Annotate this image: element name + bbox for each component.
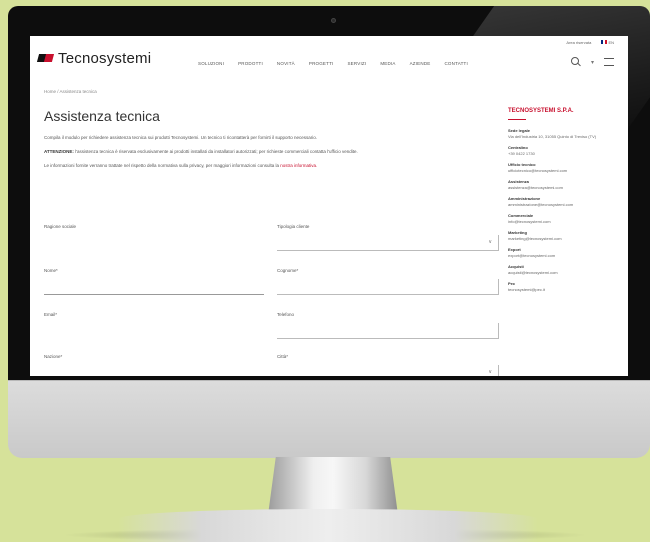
nome-field: Nome* [44,268,264,295]
browser-screen: Area riservata EN Tecnosystemi Soluzioni… [30,36,628,376]
sidebar-contact: Centralino +39 0422 1730 [508,145,535,156]
logo-mark-icon [36,51,55,67]
sidebar-contact: Commerciale info@tecnosystemi.com [508,213,551,224]
sidebar-contact: Export export@tecnosystemi.com [508,247,556,258]
nav-item-progetti[interactable]: Progetti [309,61,334,66]
email-input[interactable] [44,323,264,339]
uk-flag-icon [601,40,608,44]
nazione-field: Nazione* [44,354,264,376]
address-value: Via dell'Industria 10, 31055 Quinto di T… [508,133,597,139]
cognome-field: Cognome* [277,268,499,295]
email-field: Email* [44,312,264,339]
chevron-down-icon: ∨ [488,369,492,375]
sidebar-address: Sede legale Via dell'Industria 10, 31055… [508,128,616,139]
logo-text: Tecnosystemi [58,50,152,67]
telefono-input[interactable] [277,323,499,339]
main-content: Assistenza tecnica Compila il modulo per… [44,108,504,176]
nav-item-servizi[interactable]: Servizi [347,61,366,66]
monitor-chin [8,380,650,458]
sidebar-contact: Pec tecnosystemi@pec.it [508,281,545,292]
page-title: Assistenza tecnica [44,108,160,124]
tipologia-cliente-field: Tipologia cliente ∨ [277,224,499,251]
main-nav: Soluzioni Prodotti Novità Progetti Servi… [198,61,468,66]
nav-item-media[interactable]: Media [380,61,395,66]
nav-item-prodotti[interactable]: Prodotti [238,61,263,66]
ragione-sociale-label: Ragione sociale [44,224,77,229]
sidebar-contact: Marketing marketing@tecnosystemi.com [508,230,562,241]
sidebar-contact: Amministrazione amministrazione@tecnosyst… [508,196,574,207]
citta-select[interactable]: ∨ [277,365,499,376]
ragione-sociale-field: Ragione sociale [44,224,264,251]
language-switch[interactable]: EN [601,40,614,45]
sidebar-title: Tecnosystemi S.p.A. [508,108,574,114]
email-label: Email* [44,312,58,317]
nome-input[interactable] [44,279,264,295]
chevron-down-icon: ∨ [488,239,492,245]
intro-paragraph: Compila il modulo per richiedere assiste… [44,135,318,140]
warning-paragraph: ATTENZIONE: l'assistenza tecnica è riser… [44,148,504,155]
nav-item-aziende[interactable]: Aziende [410,61,431,66]
sidebar-contact: Assistenza assistenza@tecnosystemi.com [508,179,563,190]
ragione-sociale-input[interactable] [44,235,264,251]
sidebar-divider [508,119,526,120]
nazione-input[interactable] [44,365,264,376]
telefono-label: Telefono [277,312,295,317]
privacy-paragraph: Le informazioni fornite verranno trattat… [44,162,504,169]
telefono-field: Telefono [277,312,499,339]
cognome-input[interactable] [277,279,499,295]
menu-icon[interactable] [604,58,614,66]
breadcrumb[interactable]: Home / Assistenza tecnica [44,89,97,94]
search-icon[interactable] [570,57,581,67]
nav-item-novita[interactable]: Novità [277,61,295,66]
top-utility-bar: Area riservata EN [566,40,614,45]
warning-text: l'assistenza tecnica è riservata esclusi… [75,149,358,154]
nazione-label: Nazione* [44,354,63,359]
nav-item-contatti[interactable]: Contatti [444,61,467,66]
area-riservata-link[interactable]: Area riservata [566,40,591,45]
site-logo[interactable]: Tecnosystemi [36,50,152,67]
citta-label: Città* [277,354,289,359]
header-icons: ▾ [570,57,614,67]
nome-label: Nome* [44,268,58,273]
nav-item-soluzioni[interactable]: Soluzioni [198,61,224,66]
camera-icon [331,18,336,23]
site-header: Tecnosystemi Soluzioni Prodotti Novità P… [30,48,628,76]
chevron-down-icon[interactable]: ▾ [591,59,594,66]
sidebar-contact: Acquisti acquisti@tecnosystemi.com [508,264,558,275]
contact-sidebar: Tecnosystemi S.p.A. Sede legale Via dell… [508,108,616,298]
monitor-stand-base [118,509,538,542]
cognome-label: Cognome* [277,268,299,273]
citta-field: Città* ∨ [277,354,499,376]
privacy-link[interactable]: nostra informativa. [280,163,317,168]
monitor-stand-neck [268,457,398,515]
sidebar-contact: Ufficio tecnico ufficiotecnico@tecnosyste… [508,162,568,173]
tipologia-cliente-select[interactable]: ∨ [277,235,499,251]
tipologia-cliente-label: Tipologia cliente [277,224,310,229]
warning-label: ATTENZIONE: [44,149,74,154]
privacy-text: Le informazioni fornite verranno trattat… [44,163,280,168]
